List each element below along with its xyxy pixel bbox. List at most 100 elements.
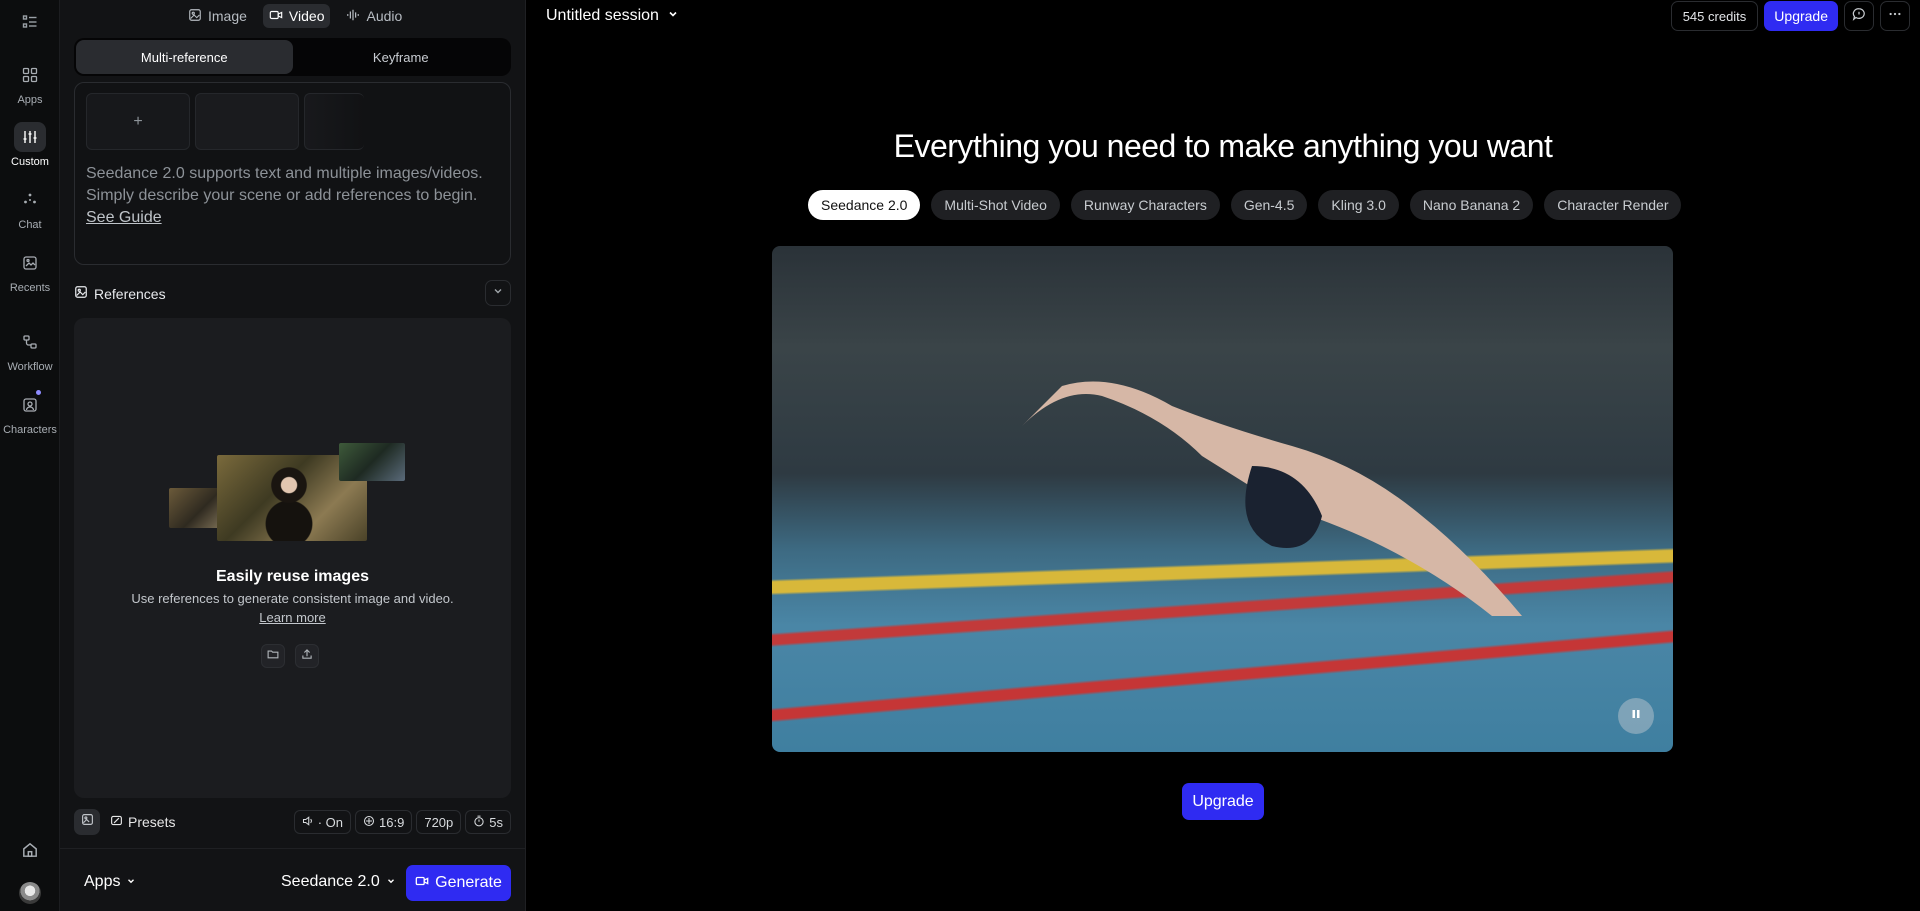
generation-options: Presets · On 16:9 720p 5s <box>74 809 511 835</box>
panel-footer: Apps Seedance 2.0 Generate <box>60 848 526 911</box>
model-chips: Seedance 2.0 Multi-Shot Video Runway Cha… <box>808 190 1682 220</box>
rail-label: Workflow <box>7 361 53 373</box>
home-button[interactable] <box>0 841 60 864</box>
more-options-button[interactable] <box>1880 1 1910 31</box>
tab-video[interactable]: Video <box>262 4 331 28</box>
prompt-box[interactable]: + Seedance 2.0 supports text and multipl… <box>74 82 511 265</box>
option-chips: · On 16:9 720p 5s <box>293 810 511 834</box>
speaker-icon <box>302 815 314 830</box>
generation-panel: Image Video Audio Multi-reference Keyfra… <box>60 0 526 911</box>
reference-photo <box>339 443 405 481</box>
sparkle-icon <box>14 185 46 215</box>
duration-select[interactable]: 5s <box>465 810 511 834</box>
references-collapse-button[interactable] <box>485 280 511 306</box>
preview-video[interactable] <box>772 246 1673 752</box>
model-chip-gen45[interactable]: Gen-4.5 <box>1230 190 1308 220</box>
chevron-down-icon <box>492 284 504 302</box>
references-actions <box>261 644 319 668</box>
rail-label: Recents <box>9 282 51 294</box>
presets-button[interactable]: Presets <box>110 814 175 830</box>
learn-more-link[interactable]: Learn more <box>74 610 511 625</box>
rail-label: Custom <box>11 156 49 168</box>
references-label: References <box>94 286 166 302</box>
aspect-ratio-select[interactable]: 16:9 <box>355 810 413 834</box>
duration-value: 5s <box>489 814 503 830</box>
tab-label: Video <box>288 8 325 24</box>
chat-bubble-icon <box>1852 7 1866 26</box>
add-reference-button[interactable]: + <box>86 93 190 150</box>
tab-audio[interactable]: Audio <box>340 4 408 28</box>
main-area: Untitled session 545 credits Upgrade Eve… <box>526 0 1920 911</box>
upgrade-button[interactable]: Upgrade <box>1764 1 1838 31</box>
image-icon <box>188 8 202 25</box>
chevron-down-icon <box>126 873 136 891</box>
model-chip-multi-shot[interactable]: Multi-Shot Video <box>931 190 1060 220</box>
generate-label: Generate <box>435 874 502 891</box>
session-title-dropdown[interactable]: Untitled session <box>546 5 679 27</box>
references-icon <box>74 285 88 304</box>
model-chip-kling[interactable]: Kling 3.0 <box>1318 190 1399 220</box>
upload-icon <box>301 647 313 665</box>
aspect-icon <box>363 815 375 830</box>
audio-toggle[interactable]: · On <box>293 810 352 834</box>
notification-dot <box>36 390 41 395</box>
references-illustration <box>169 443 409 543</box>
presets-icon <box>110 814 123 830</box>
model-chip-nano-banana[interactable]: Nano Banana 2 <box>1409 190 1534 220</box>
model-dropdown[interactable]: Seedance 2.0 <box>281 873 396 891</box>
keyframe-button[interactable]: Keyframe <box>293 40 510 74</box>
video-icon <box>415 874 429 893</box>
sliders-icon <box>14 122 46 152</box>
image-settings-button[interactable] <box>74 809 100 835</box>
credits-badge[interactable]: 545 credits <box>1670 1 1759 31</box>
image-settings-icon <box>81 813 94 831</box>
rail-item-chat[interactable]: Chat <box>0 185 60 231</box>
profile-button[interactable] <box>0 882 60 904</box>
tab-image[interactable]: Image <box>182 4 253 28</box>
reference-slot[interactable] <box>195 93 299 150</box>
model-label: Seedance 2.0 <box>281 873 380 890</box>
presets-label: Presets <box>128 814 176 830</box>
video-icon <box>269 8 283 25</box>
generate-button[interactable]: Generate <box>406 865 511 901</box>
model-chip-seedance[interactable]: Seedance 2.0 <box>808 190 921 220</box>
audio-wave-icon <box>346 8 360 25</box>
apps-dropdown[interactable]: Apps <box>84 873 136 891</box>
tab-label: Image <box>208 8 247 24</box>
rail-item-custom[interactable]: Custom <box>0 122 60 168</box>
reference-slot[interactable] <box>304 93 364 150</box>
model-chip-runway-characters[interactable]: Runway Characters <box>1070 190 1220 220</box>
left-rail: Apps Custom Chat Recents Workflow Charac… <box>0 0 60 911</box>
rail-item-apps[interactable]: Apps <box>0 60 60 106</box>
feedback-button[interactable] <box>1844 1 1874 31</box>
references-title: Easily reuse images <box>216 568 369 585</box>
rail-label: Chat <box>18 219 42 231</box>
upload-button[interactable] <box>295 644 319 668</box>
top-right-actions: 545 credits Upgrade <box>1670 1 1910 31</box>
multi-reference-button[interactable]: Multi-reference <box>76 40 293 74</box>
model-chip-character-render[interactable]: Character Render <box>1544 190 1682 220</box>
folder-icon <box>267 647 279 665</box>
references-header: References <box>74 280 511 306</box>
audio-state: · On <box>317 814 344 830</box>
ellipsis-icon <box>1888 7 1902 26</box>
rail-label: Apps <box>17 94 43 106</box>
menu-toggle-icon[interactable] <box>20 12 40 32</box>
resolution-select[interactable]: 720p <box>416 810 462 834</box>
pause-icon <box>1630 707 1642 725</box>
prompt-placeholder[interactable]: Seedance 2.0 supports text and multiple … <box>86 163 496 229</box>
see-guide-link[interactable]: See Guide <box>86 209 162 226</box>
references-empty-state: Easily reuse images Use references to ge… <box>74 318 511 798</box>
rail-label: Characters <box>3 424 57 436</box>
rail-item-characters[interactable]: Characters <box>0 390 60 436</box>
home-icon <box>21 841 39 864</box>
timer-icon <box>473 815 485 830</box>
gallery-icon <box>14 248 46 278</box>
rail-item-workflow[interactable]: Workflow <box>0 327 60 373</box>
upgrade-cta-button[interactable]: Upgrade <box>1182 783 1264 820</box>
pause-button[interactable] <box>1618 698 1654 734</box>
rail-item-recents[interactable]: Recents <box>0 248 60 294</box>
references-subtitle: Use references to generate consistent im… <box>131 591 454 606</box>
browse-folder-button[interactable] <box>261 644 285 668</box>
aspect-value: 16:9 <box>379 814 405 830</box>
